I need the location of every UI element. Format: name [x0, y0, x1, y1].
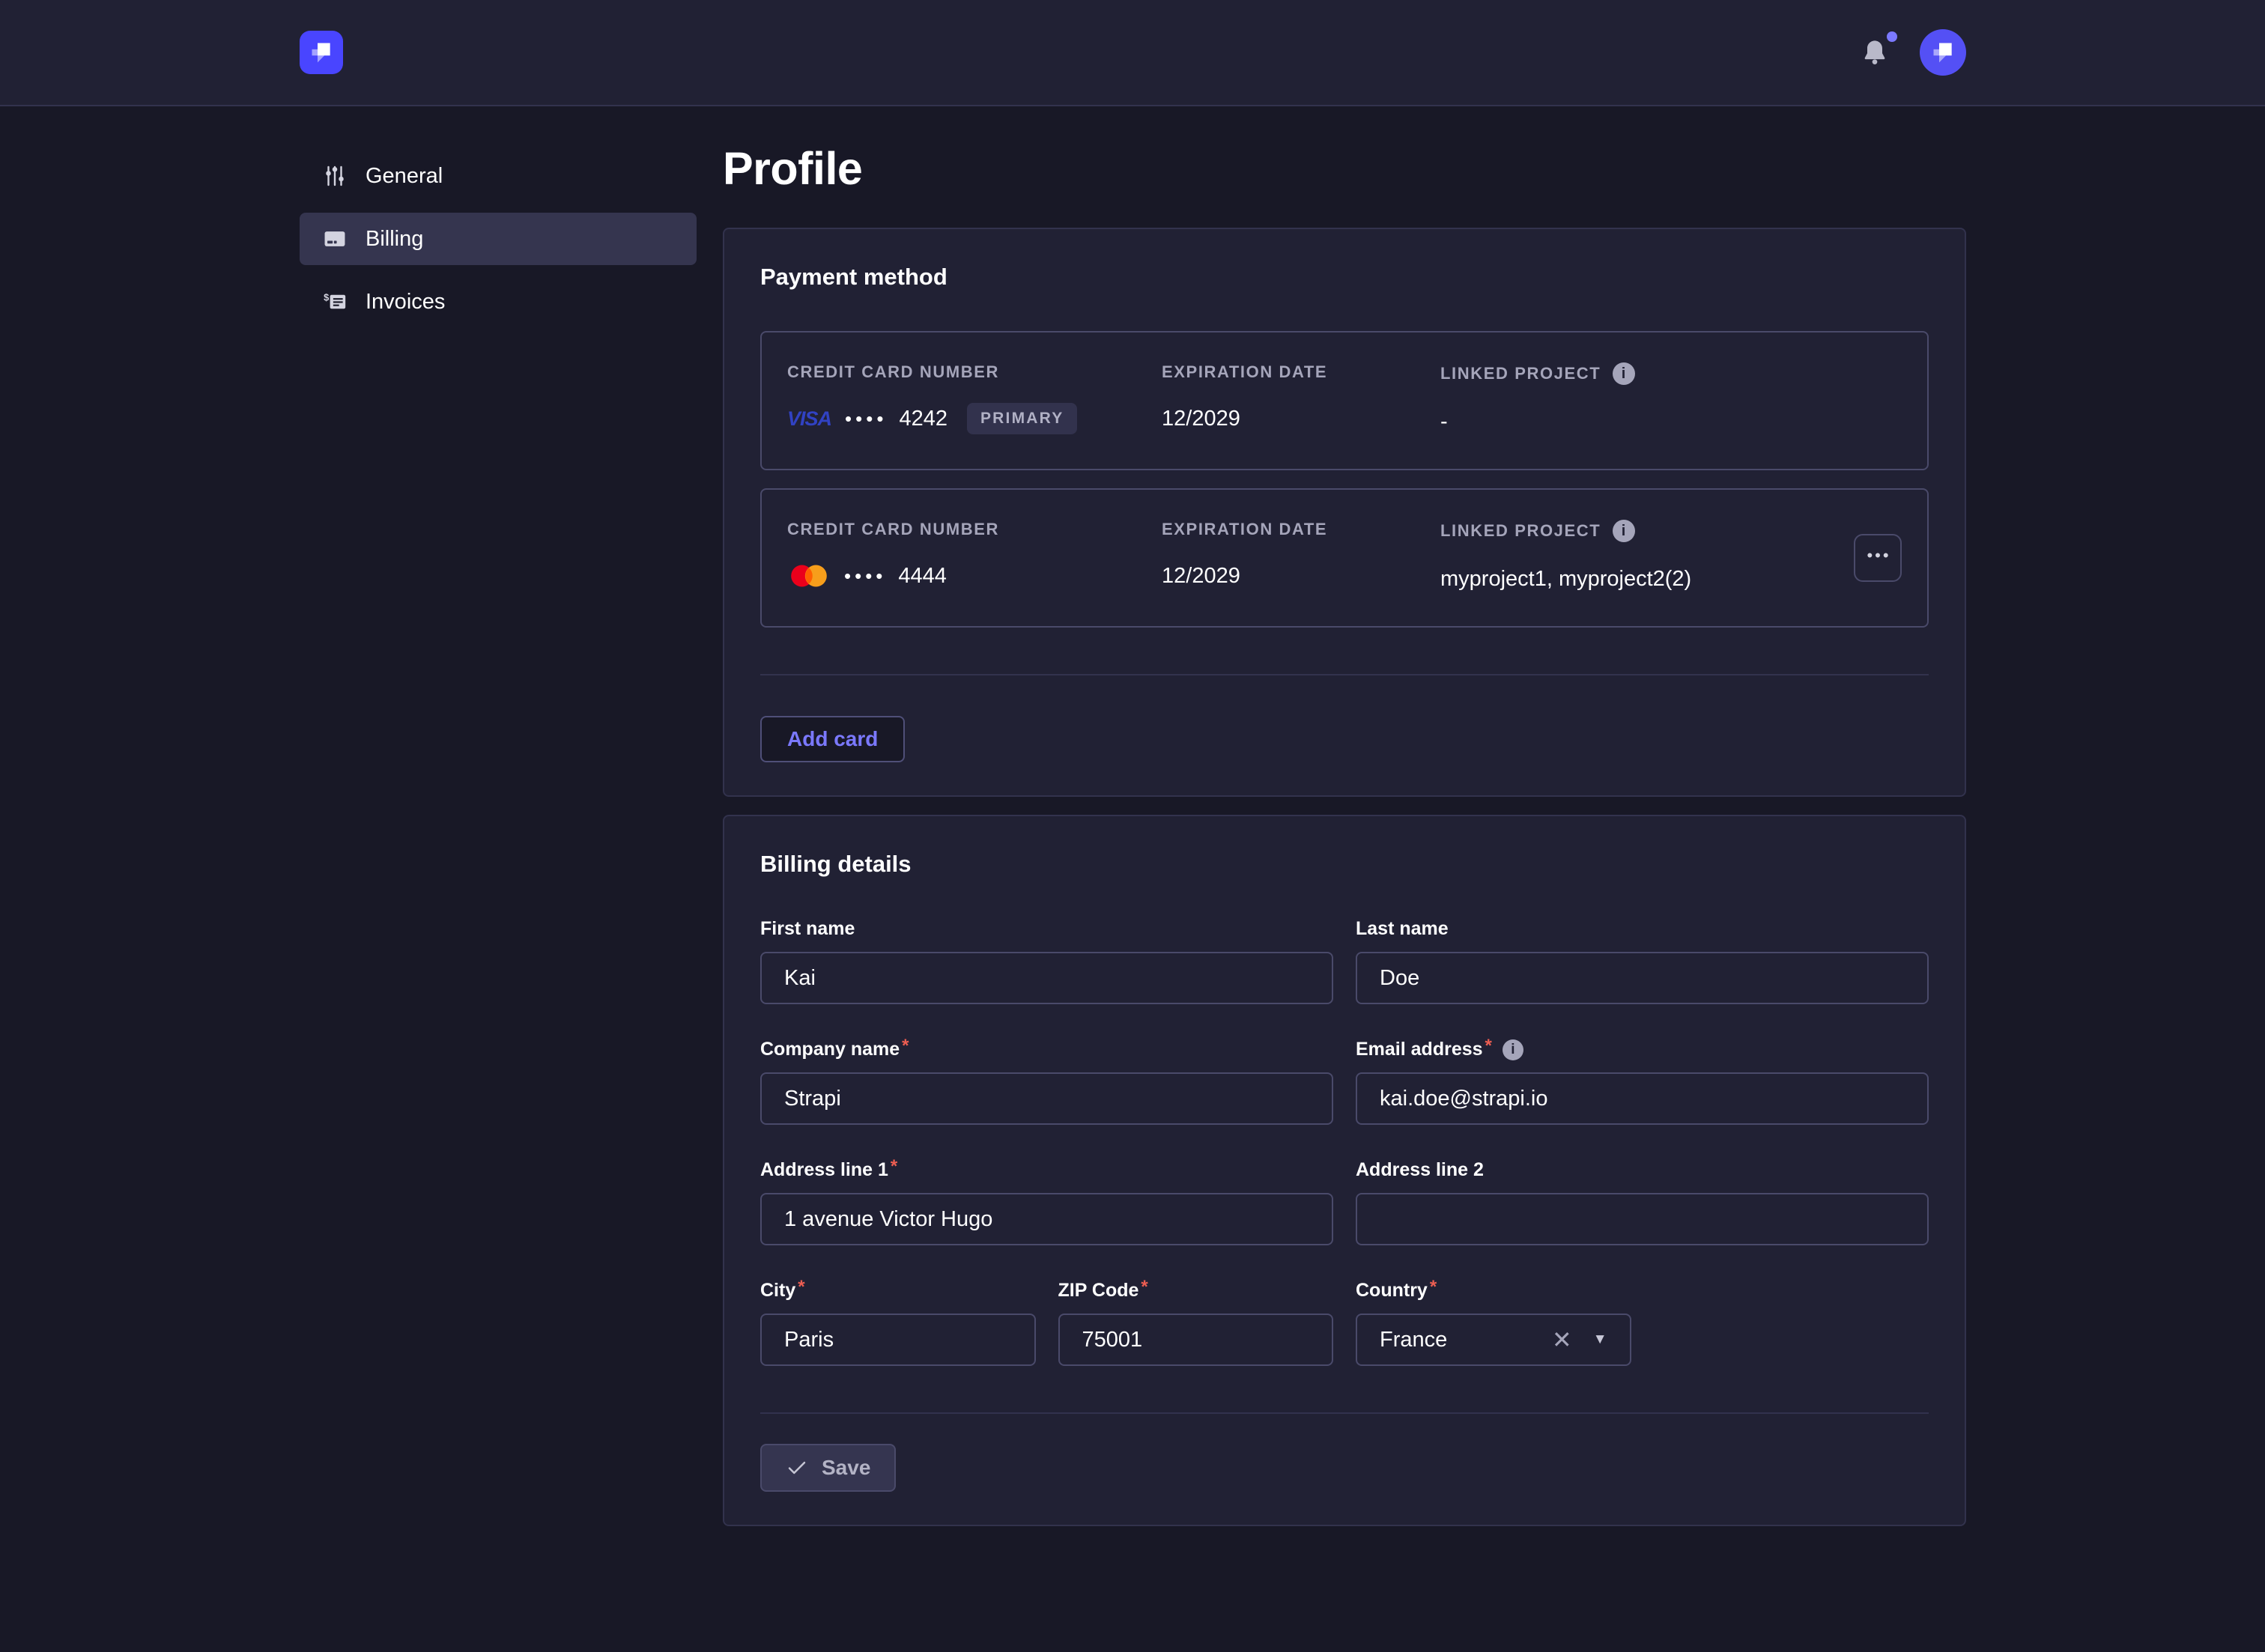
card-mask-dots: •••• — [845, 407, 887, 431]
email-address-input[interactable] — [1356, 1072, 1929, 1125]
credit-card-icon — [322, 226, 348, 252]
info-icon[interactable]: i — [1613, 520, 1635, 542]
payment-method-card: Payment method CREDIT CARD NUMBER VISA •… — [723, 228, 1966, 797]
first-name-label: First name — [760, 918, 1333, 940]
settings-sidebar: General Billing $ — [300, 106, 697, 338]
country-select-value: France — [1380, 1328, 1552, 1352]
address-line2-field: Address line 2 — [1356, 1159, 1929, 1245]
linked-project-value: myproject1, myproject2(2) — [1440, 562, 1854, 596]
strapi-logo-mark — [306, 37, 336, 67]
zip-code-input[interactable] — [1058, 1314, 1334, 1366]
country-field: Country* France ✕ ▼ — [1356, 1280, 1631, 1366]
credit-card-number-label: CREDIT CARD NUMBER — [787, 520, 1162, 539]
card-last4: 4242 — [899, 407, 947, 431]
credit-card-row-mastercard: CREDIT CARD NUMBER •••• 4444 — [760, 488, 1929, 628]
city-input[interactable] — [760, 1314, 1036, 1366]
email-address-label: Email address* i — [1356, 1039, 1929, 1060]
page-title: Profile — [723, 142, 1966, 195]
credit-card-number-label: CREDIT CARD NUMBER — [787, 362, 1162, 382]
country-label: Country* — [1356, 1280, 1631, 1302]
grid-spacer — [1654, 1280, 1929, 1366]
billing-form: First name Last name Company name* — [760, 918, 1929, 1366]
chevron-down-icon[interactable]: ▼ — [1593, 1331, 1607, 1348]
linked-project-label: LINKED PROJECT i — [1440, 520, 1854, 542]
divider — [760, 674, 1929, 675]
invoice-icon: $ — [322, 289, 348, 315]
required-marker: * — [1485, 1036, 1492, 1057]
city-label: City* — [760, 1280, 1036, 1302]
divider — [760, 1412, 1929, 1414]
zip-code-field: ZIP Code* — [1058, 1280, 1334, 1366]
last-name-label: Last name — [1356, 918, 1929, 940]
address-line1-input[interactable] — [760, 1193, 1333, 1245]
strapi-avatar-mark — [1928, 37, 1958, 67]
expiration-date-label: EXPIRATION DATE — [1162, 520, 1440, 539]
card-mask-dots: •••• — [844, 565, 886, 588]
sidebar-item-invoices[interactable]: $ Invoices — [300, 276, 697, 328]
required-marker: * — [1430, 1277, 1437, 1298]
check-icon — [786, 1457, 808, 1479]
credit-card-number-value: •••• 4444 — [787, 559, 1162, 593]
info-icon[interactable]: i — [1503, 1039, 1523, 1060]
card-last4: 4444 — [898, 564, 947, 589]
email-address-field: Email address* i — [1356, 1039, 1929, 1125]
notification-dot — [1887, 31, 1897, 42]
company-name-label: Company name* — [760, 1039, 1333, 1060]
save-button[interactable]: Save — [760, 1444, 896, 1492]
address-line2-label: Address line 2 — [1356, 1159, 1929, 1181]
sidebar-item-label: Invoices — [366, 290, 445, 315]
expiration-date-label: EXPIRATION DATE — [1162, 362, 1440, 382]
sliders-icon — [322, 163, 348, 189]
city-field: City* — [760, 1280, 1036, 1366]
topbar — [0, 0, 2265, 106]
expiration-date-value: 12/2029 — [1162, 559, 1440, 593]
payment-method-heading: Payment method — [760, 264, 1929, 291]
topbar-actions — [1860, 29, 1966, 76]
user-avatar[interactable] — [1920, 29, 1966, 76]
primary-badge: PRIMARY — [967, 403, 1077, 434]
company-name-field: Company name* — [760, 1039, 1333, 1125]
first-name-field: First name — [760, 918, 1333, 1004]
main-content: Profile Payment method CREDIT CARD NUMBE… — [697, 106, 1966, 1544]
company-name-input[interactable] — [760, 1072, 1333, 1125]
sidebar-item-label: General — [366, 164, 443, 189]
save-button-label: Save — [822, 1456, 870, 1480]
zip-code-label: ZIP Code* — [1058, 1280, 1334, 1302]
svg-text:$: $ — [324, 292, 329, 303]
sidebar-item-billing[interactable]: Billing — [300, 213, 697, 265]
first-name-input[interactable] — [760, 952, 1333, 1004]
visa-logo: VISA — [787, 407, 831, 431]
add-card-button[interactable]: Add card — [760, 716, 905, 762]
last-name-input[interactable] — [1356, 952, 1929, 1004]
required-marker: * — [798, 1277, 804, 1298]
address-line2-input[interactable] — [1356, 1193, 1929, 1245]
linked-project-label: LINKED PROJECT i — [1440, 362, 1902, 385]
linked-project-value: - — [1440, 404, 1902, 439]
clear-icon[interactable]: ✕ — [1552, 1325, 1572, 1354]
card-more-actions-button[interactable]: ••• — [1854, 534, 1902, 582]
last-name-field: Last name — [1356, 918, 1929, 1004]
expiration-date-value: 12/2029 — [1162, 401, 1440, 436]
info-icon[interactable]: i — [1613, 362, 1635, 385]
credit-card-number-value: VISA •••• 4242 PRIMARY — [787, 401, 1162, 436]
sidebar-item-general[interactable]: General — [300, 150, 697, 202]
required-marker: * — [902, 1036, 909, 1057]
country-select[interactable]: France ✕ ▼ — [1356, 1314, 1631, 1366]
credit-card-row-visa: CREDIT CARD NUMBER VISA •••• 4242 PRIMAR… — [760, 331, 1929, 470]
mastercard-logo — [787, 562, 831, 590]
notifications-bell-icon[interactable] — [1860, 37, 1890, 67]
address-line1-label: Address line 1* — [760, 1159, 1333, 1181]
bell-icon — [1860, 37, 1890, 67]
strapi-logo[interactable] — [300, 31, 343, 74]
address-line1-field: Address line 1* — [760, 1159, 1333, 1245]
required-marker: * — [1141, 1277, 1147, 1298]
billing-details-heading: Billing details — [760, 851, 1929, 878]
billing-details-card: Billing details First name Last name — [723, 815, 1966, 1526]
sidebar-item-label: Billing — [366, 227, 423, 252]
required-marker: * — [891, 1156, 897, 1177]
